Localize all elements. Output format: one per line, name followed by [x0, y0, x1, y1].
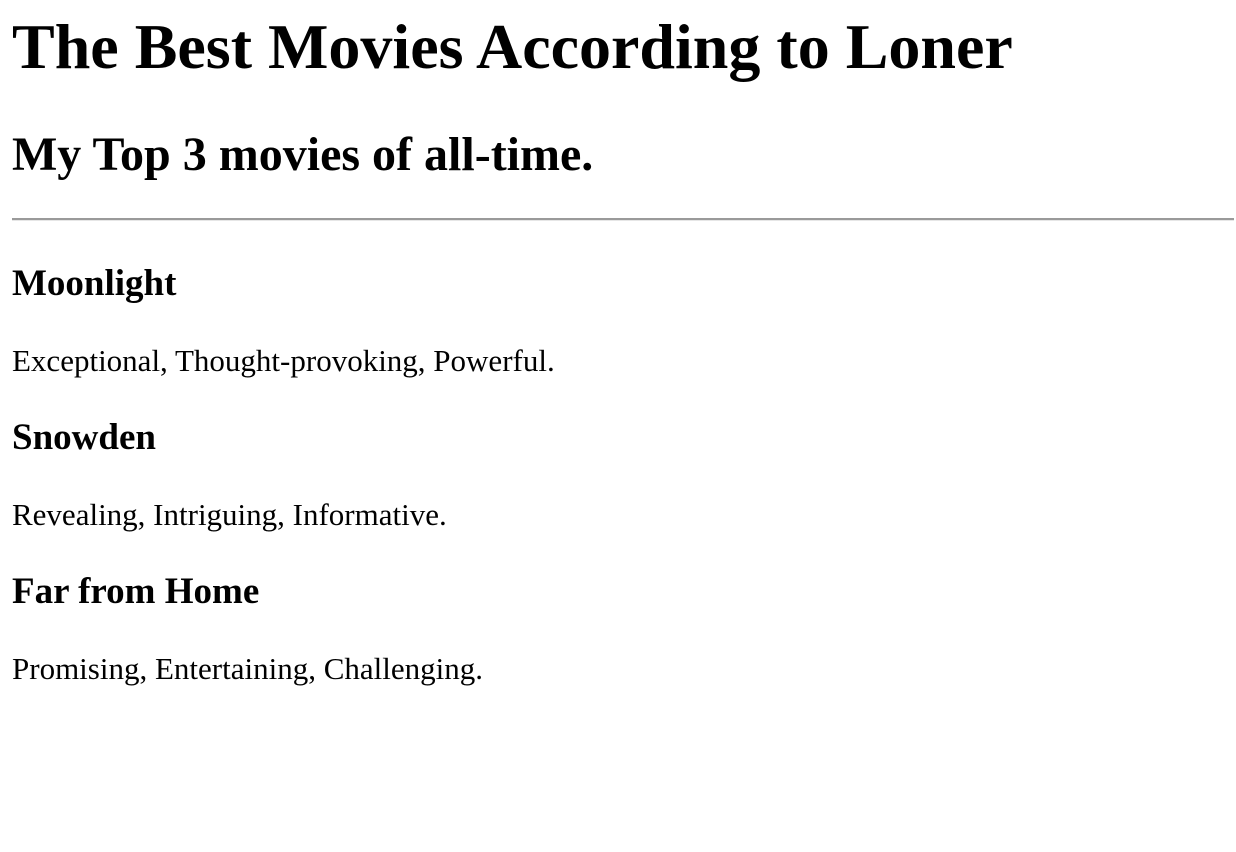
- movie-item-moonlight: Moonlight Exceptional, Thought-provoking…: [12, 263, 1224, 379]
- movie-list: Moonlight Exceptional, Thought-provoking…: [12, 263, 1224, 687]
- page-title: The Best Movies According to Loner: [12, 11, 1013, 82]
- movie-description: Exceptional, Thought-provoking, Powerful…: [12, 343, 555, 378]
- movie-item-snowden: Snowden Revealing, Intriguing, Informati…: [12, 417, 1224, 533]
- movie-description: Revealing, Intriguing, Informative.: [12, 497, 447, 532]
- page: The Best Movies According to Loner My To…: [0, 0, 1234, 852]
- movie-title: Moonlight: [12, 263, 177, 304]
- movie-item-far-from-home: Far from Home Promising, Entertaining, C…: [12, 571, 1224, 687]
- divider: [12, 218, 1234, 221]
- movie-title: Far from Home: [12, 571, 260, 612]
- movie-title: Snowden: [12, 417, 156, 458]
- movie-description: Promising, Entertaining, Challenging.: [12, 651, 483, 686]
- page-subtitle: My Top 3 movies of all-time.: [12, 128, 594, 181]
